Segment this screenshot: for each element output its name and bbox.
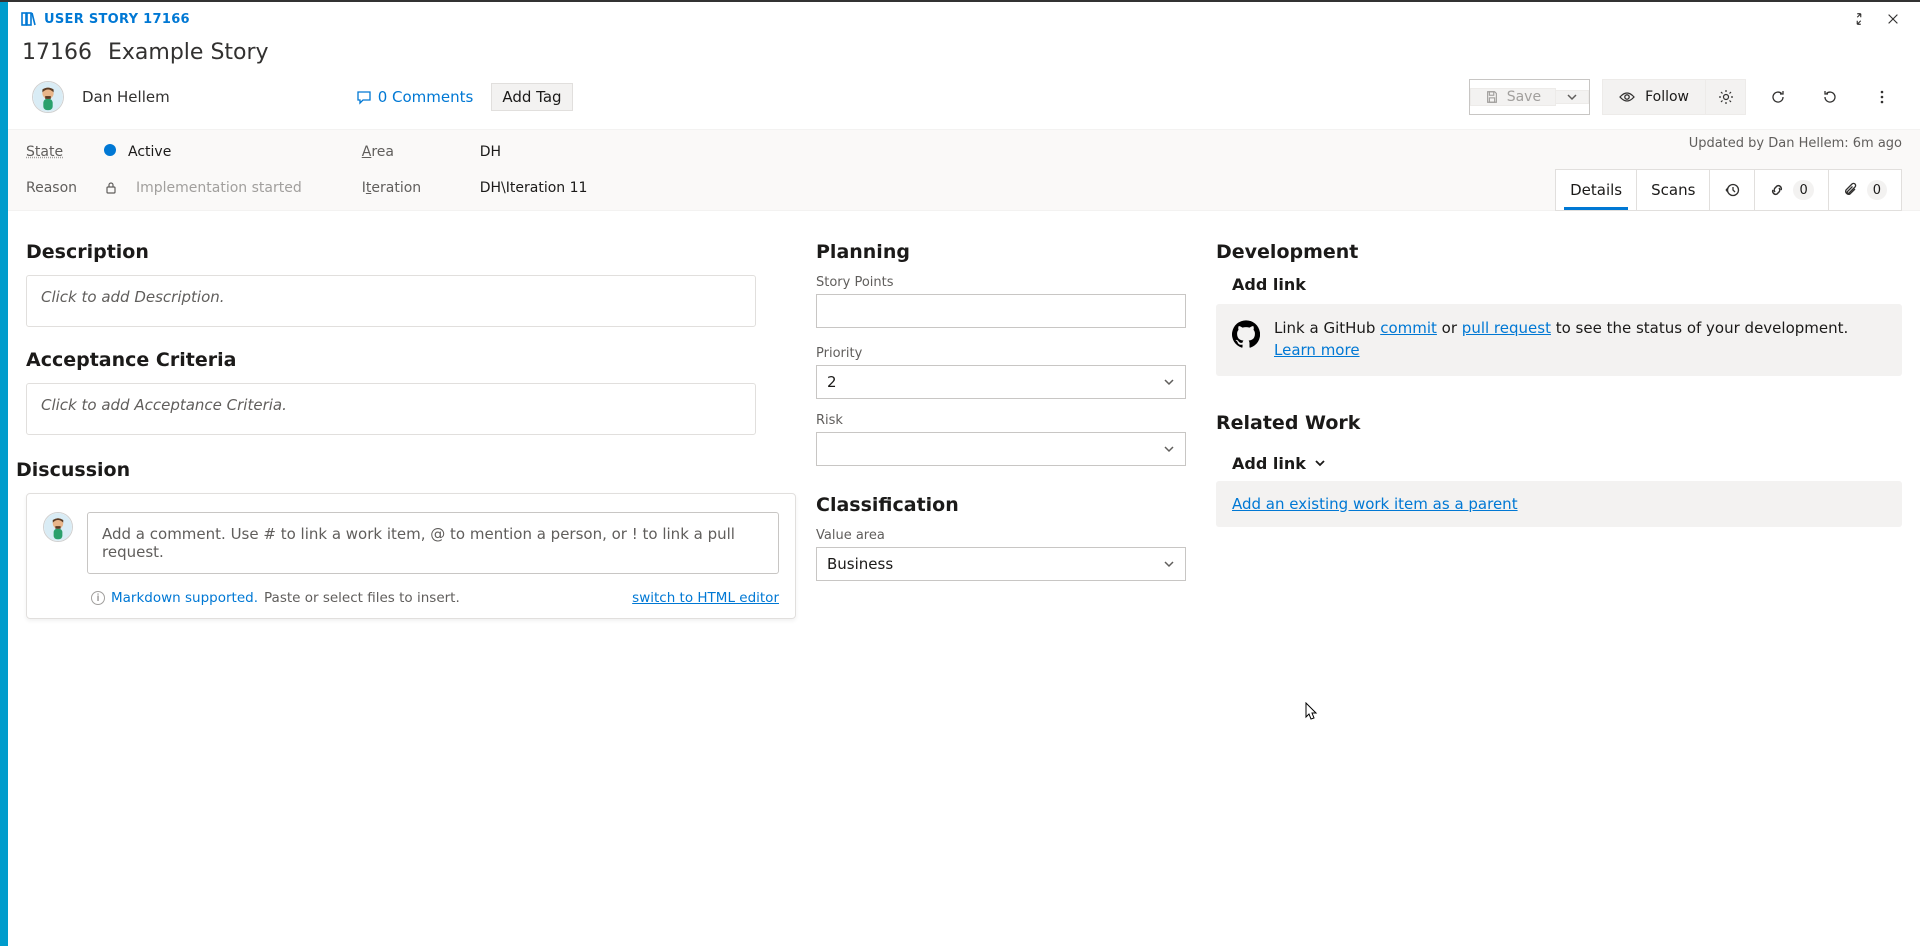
work-item-type-icon bbox=[20, 11, 36, 27]
chevron-down-icon bbox=[1314, 457, 1326, 469]
title-bar: 17166 Example Story bbox=[8, 36, 1920, 69]
assignee-name[interactable]: Dan Hellem bbox=[82, 88, 170, 106]
chevron-down-icon bbox=[1163, 558, 1175, 570]
action-row: Dan Hellem 0 Comments Add Tag Save Follo… bbox=[8, 69, 1920, 129]
attachments-count: 0 bbox=[1867, 180, 1887, 200]
gh-learn-more-link[interactable]: Learn more bbox=[1274, 341, 1360, 359]
kebab-icon bbox=[1874, 89, 1890, 105]
dev-add-link-heading[interactable]: Add link bbox=[1216, 275, 1902, 294]
switch-editor-link[interactable]: switch to HTML editor bbox=[632, 590, 779, 606]
follow-settings-button[interactable] bbox=[1706, 79, 1746, 115]
tab-scans[interactable]: Scans bbox=[1637, 170, 1710, 210]
markdown-hint: i Markdown supported. Paste or select fi… bbox=[91, 590, 460, 606]
iteration-value[interactable]: DH\Iteration 11 bbox=[480, 180, 588, 196]
chevron-down-icon bbox=[1163, 376, 1175, 388]
meta-strip: Updated by Dan Hellem: 6m ago State Acti… bbox=[8, 129, 1920, 211]
reason-label: Reason bbox=[26, 180, 86, 196]
discussion-heading: Discussion bbox=[16, 459, 816, 481]
links-count: 0 bbox=[1793, 180, 1813, 200]
acceptance-input[interactable]: Click to add Acceptance Criteria. bbox=[26, 383, 756, 435]
revert-button[interactable] bbox=[1810, 79, 1850, 115]
chevron-down-icon bbox=[1163, 443, 1175, 455]
save-dropdown[interactable] bbox=[1556, 90, 1589, 104]
description-heading: Description bbox=[26, 241, 816, 263]
assignee-avatar[interactable] bbox=[32, 81, 64, 113]
state-value[interactable]: Active bbox=[104, 144, 171, 160]
history-icon bbox=[1724, 182, 1740, 198]
add-existing-parent-link[interactable]: Add an existing work item as a parent bbox=[1232, 495, 1518, 513]
github-link-card: Link a GitHub commit or pull request to … bbox=[1216, 304, 1902, 376]
window-type-label: USER STORY 17166 bbox=[44, 12, 190, 27]
info-icon: i bbox=[91, 591, 105, 605]
story-points-input[interactable] bbox=[816, 294, 1186, 328]
refresh-icon bbox=[1770, 89, 1786, 105]
risk-label: Risk bbox=[816, 413, 1186, 428]
comments-link[interactable]: 0 Comments bbox=[356, 88, 474, 106]
area-value[interactable]: DH bbox=[480, 144, 501, 160]
risk-select[interactable] bbox=[816, 432, 1186, 466]
follow-button[interactable]: Follow bbox=[1602, 79, 1706, 115]
acceptance-heading: Acceptance Criteria bbox=[26, 349, 816, 371]
tab-details[interactable]: Details bbox=[1556, 170, 1637, 210]
state-label: State bbox=[26, 144, 86, 160]
add-tag-button[interactable]: Add Tag bbox=[491, 83, 572, 111]
classification-heading: Classification bbox=[816, 494, 1186, 516]
work-item-title[interactable]: Example Story bbox=[108, 40, 269, 65]
more-actions-button[interactable] bbox=[1862, 79, 1902, 115]
restore-button[interactable] bbox=[1842, 5, 1876, 33]
gh-commit-link[interactable]: commit bbox=[1380, 319, 1437, 337]
story-points-label: Story Points bbox=[816, 275, 1186, 290]
close-button[interactable] bbox=[1876, 5, 1910, 33]
tab-links[interactable]: 0 bbox=[1755, 170, 1828, 210]
iteration-label: Iteration bbox=[362, 180, 422, 196]
attachment-icon bbox=[1843, 182, 1859, 198]
value-area-label: Value area bbox=[816, 528, 1186, 543]
description-input[interactable]: Click to add Description. bbox=[26, 275, 756, 327]
value-area-select[interactable]: Business bbox=[816, 547, 1186, 581]
related-add-link-button[interactable]: Add link bbox=[1216, 454, 1326, 473]
chevron-down-icon bbox=[1566, 91, 1578, 103]
refresh-button[interactable] bbox=[1758, 79, 1798, 115]
discussion-card: Add a comment. Use # to link a work item… bbox=[26, 493, 796, 619]
related-work-heading: Related Work bbox=[1216, 412, 1902, 434]
comment-input[interactable]: Add a comment. Use # to link a work item… bbox=[87, 512, 779, 574]
gear-icon bbox=[1718, 89, 1734, 105]
eye-icon bbox=[1619, 89, 1635, 105]
link-icon bbox=[1769, 182, 1785, 198]
updated-text[interactable]: Updated by Dan Hellem: 6m ago bbox=[1689, 136, 1902, 151]
tab-history[interactable] bbox=[1710, 170, 1755, 210]
area-label: Area bbox=[362, 144, 422, 160]
window-bar: USER STORY 17166 bbox=[8, 2, 1920, 36]
priority-label: Priority bbox=[816, 346, 1186, 361]
related-parent-card: Add an existing work item as a parent bbox=[1216, 481, 1902, 527]
development-heading: Development bbox=[1216, 241, 1902, 263]
planning-heading: Planning bbox=[816, 241, 1186, 263]
reason-value[interactable]: Implementation started bbox=[136, 180, 302, 196]
undo-icon bbox=[1822, 89, 1838, 105]
save-button[interactable]: Save bbox=[1470, 88, 1556, 106]
markdown-link[interactable]: Markdown supported. bbox=[111, 590, 258, 606]
work-item-id: 17166 bbox=[22, 40, 92, 65]
github-icon bbox=[1232, 320, 1260, 348]
tabs-row: Details Scans 0 0 bbox=[1555, 169, 1902, 211]
commenter-avatar bbox=[43, 512, 73, 542]
lock-icon bbox=[104, 181, 118, 195]
tab-attachments[interactable]: 0 bbox=[1829, 170, 1901, 210]
gh-pr-link[interactable]: pull request bbox=[1462, 319, 1551, 337]
save-split-button: Save bbox=[1469, 79, 1590, 115]
comments-count-label: 0 Comments bbox=[378, 88, 474, 106]
state-dot-icon bbox=[104, 144, 116, 156]
save-icon bbox=[1485, 90, 1499, 104]
priority-select[interactable]: 2 bbox=[816, 365, 1186, 399]
